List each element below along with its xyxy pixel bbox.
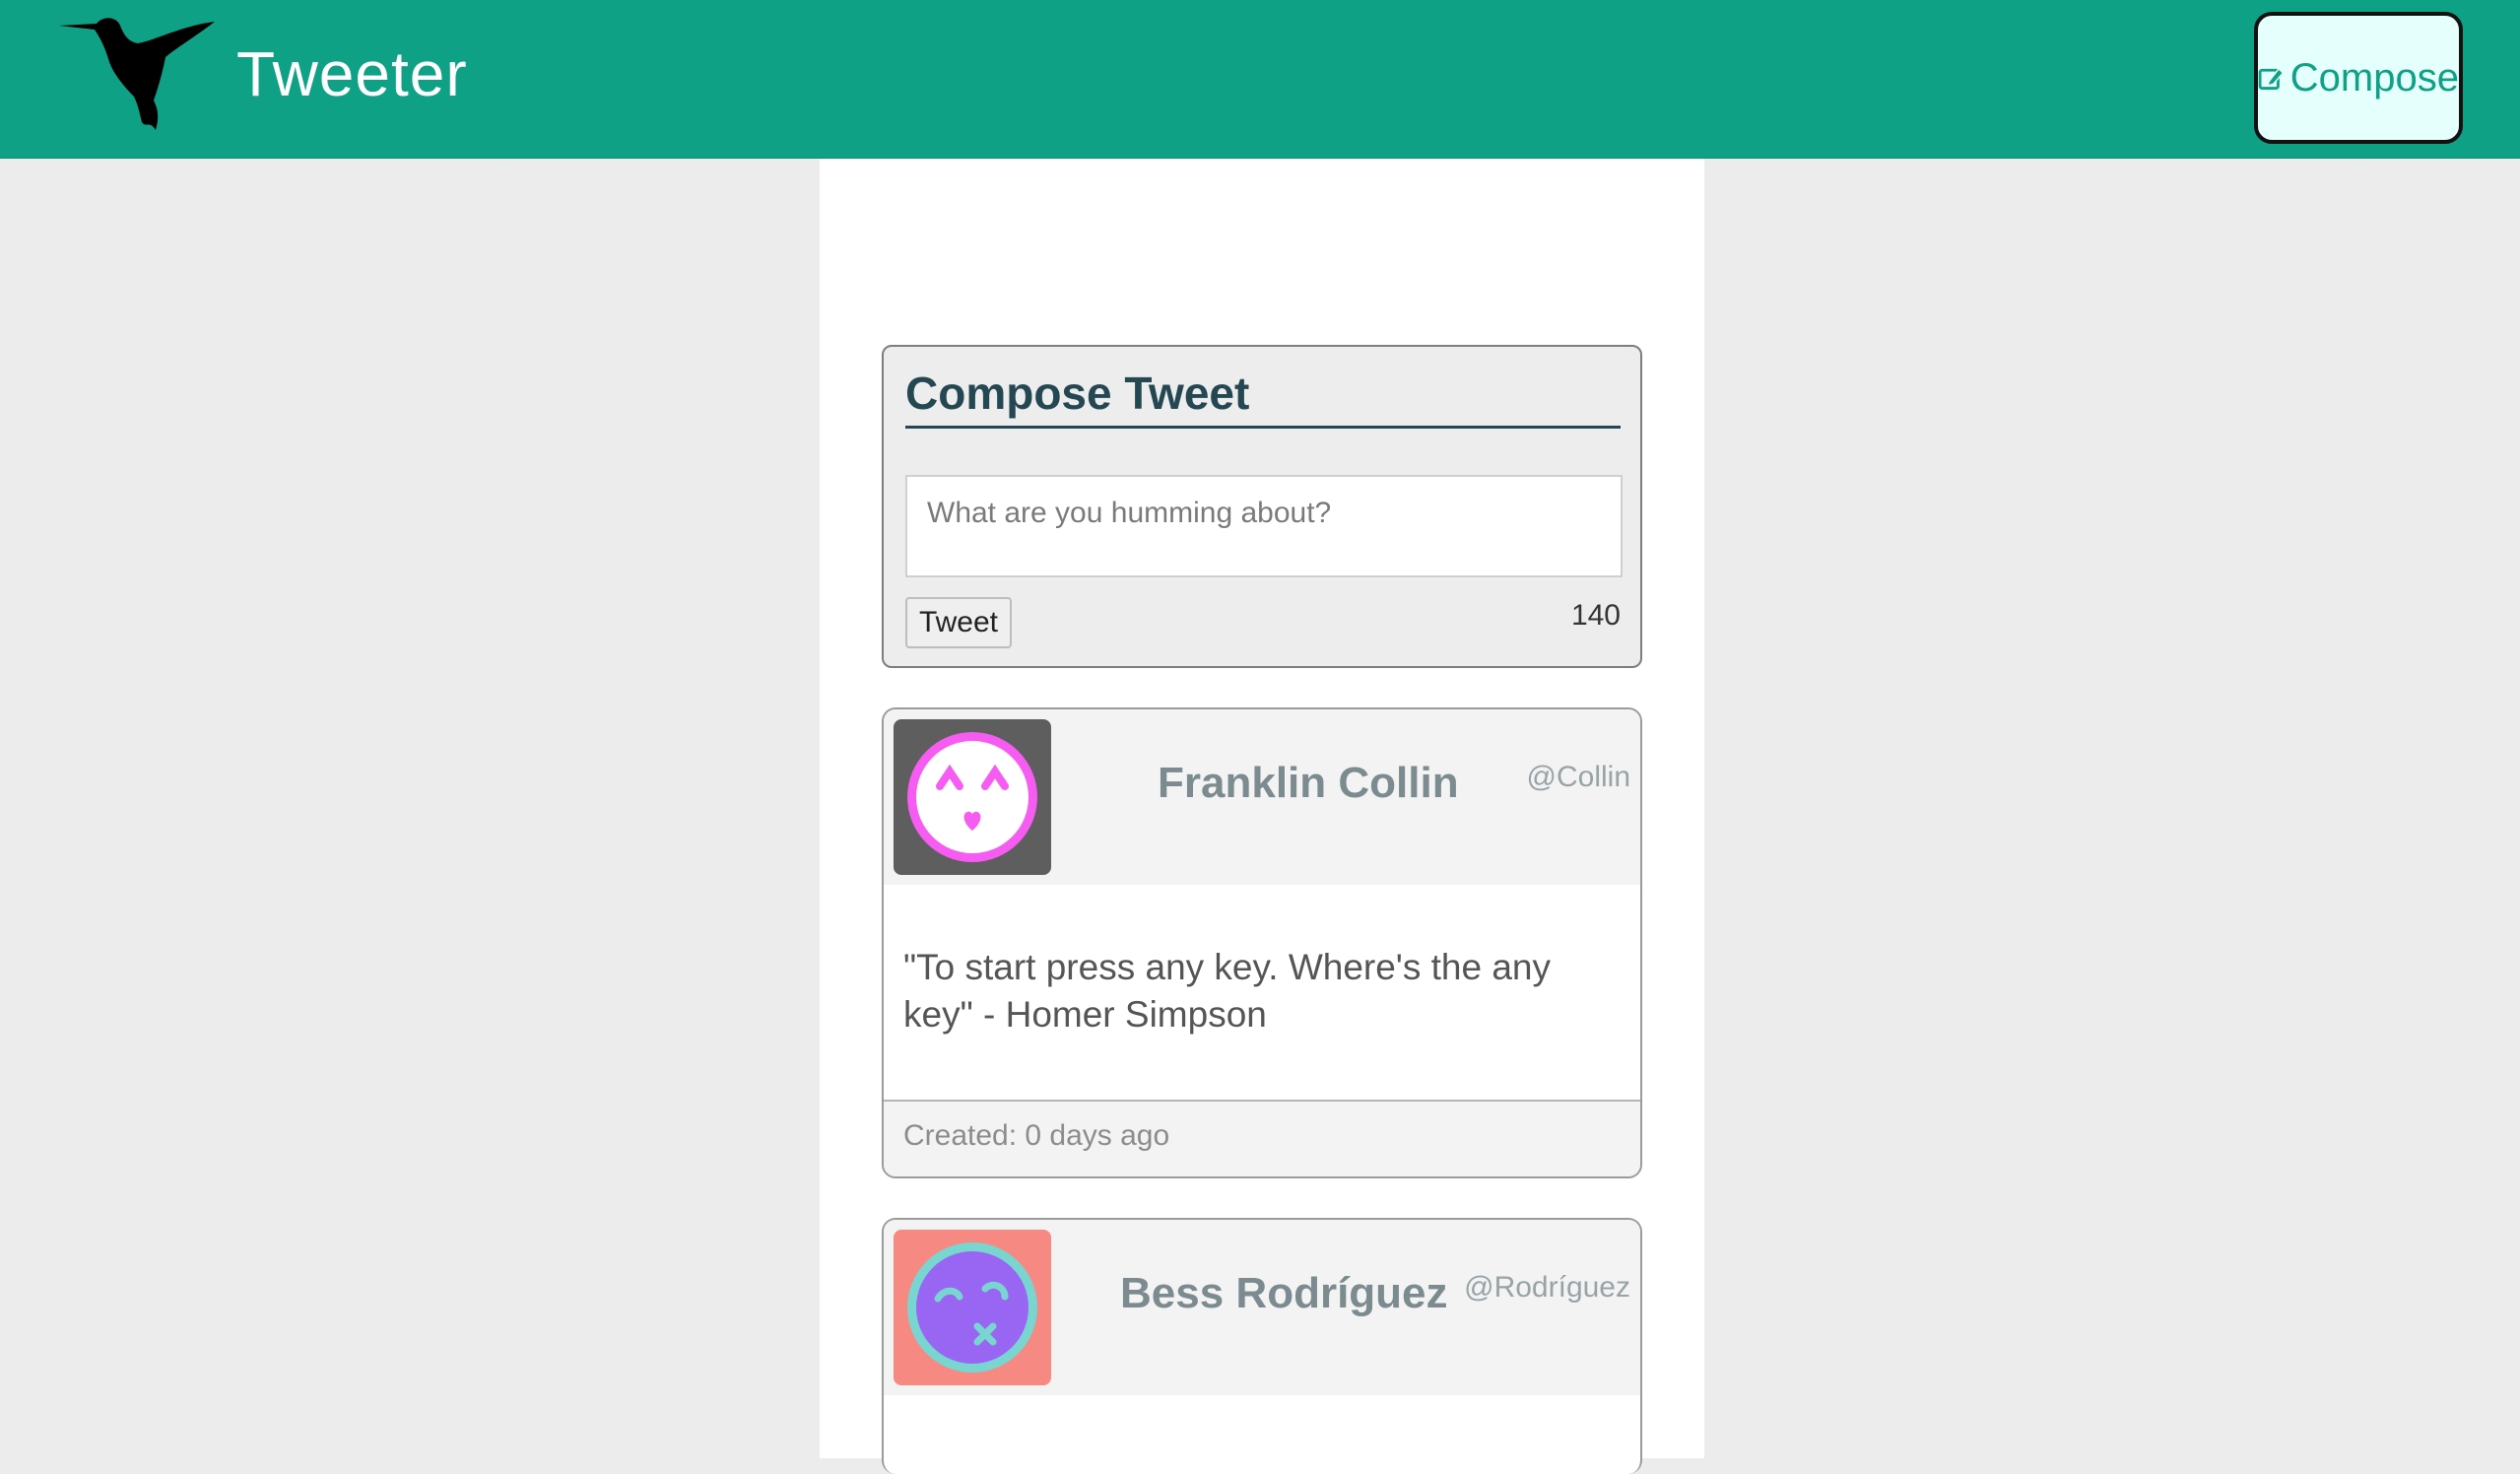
tweet-author-handle: @Rodríguez xyxy=(1464,1271,1630,1304)
smiley-face-icon xyxy=(907,732,1037,862)
compose-button[interactable]: Compose xyxy=(2254,12,2463,144)
tweet-header: Franklin Collin @Collin xyxy=(884,709,1640,885)
edit-icon xyxy=(2258,67,2285,90)
avatar xyxy=(894,1230,1051,1385)
dizzy-face-icon xyxy=(907,1242,1037,1373)
tweet-card: Bess Rodríguez @Rodríguez xyxy=(882,1218,1642,1474)
tweet-header: Bess Rodríguez @Rodríguez xyxy=(884,1220,1640,1395)
tweet-author-name: Franklin Collin xyxy=(1158,759,1459,807)
character-counter: 140 xyxy=(1570,599,1621,632)
tweet-footer: Created: 0 days ago xyxy=(884,1100,1640,1176)
tweet-text-input[interactable] xyxy=(905,475,1623,577)
compose-title: Compose Tweet xyxy=(905,367,1621,429)
app-title[interactable]: Tweeter xyxy=(236,37,468,110)
compose-button-label: Compose xyxy=(2289,55,2459,100)
tweet-button[interactable]: Tweet xyxy=(905,597,1012,648)
hummingbird-icon xyxy=(59,18,215,130)
avatar xyxy=(894,719,1051,875)
tweet-text: "To start press any key. Where's the any… xyxy=(903,947,1552,1035)
tweet-created-time: Created: 0 days ago xyxy=(903,1119,1170,1152)
tweet-author-handle: @Collin xyxy=(1526,761,1630,793)
compose-tweet-form: Compose Tweet Tweet 140 xyxy=(882,345,1642,668)
tweet-author-name: Bess Rodríguez xyxy=(1120,1269,1448,1317)
top-nav-bar: Tweeter Compose xyxy=(0,0,2520,159)
tweet-card: Franklin Collin @Collin "To start press … xyxy=(882,707,1642,1178)
